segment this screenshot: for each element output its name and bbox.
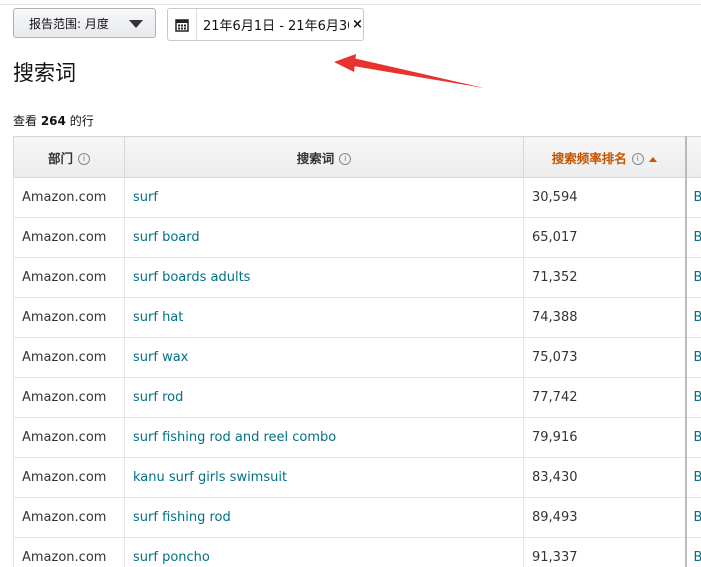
search-term-link[interactable]: surf rod xyxy=(124,377,524,418)
table-row: Amazon.comsurf fishing rod89,493B xyxy=(13,497,701,538)
table-row: Amazon.com kanu surf girls swimsuit 83,430… xyxy=(13,457,701,498)
table-row: Amazon.com surf fishing rod and reel comb… xyxy=(13,417,701,458)
table-header-row: 部门 i 搜索词 i 搜索频率排名 i xyxy=(13,136,701,178)
table-row: Amazon.comsurf board65,017B xyxy=(13,217,701,258)
search-frequency-rank-cell: 30,594 xyxy=(523,177,686,218)
next-column-cell[interactable]: B xyxy=(684,257,701,298)
search-term-link[interactable]: surf wax xyxy=(124,337,524,378)
next-column-cell[interactable]: B xyxy=(684,297,701,338)
table-row: Amazon.comsurf hat74,388B xyxy=(13,297,701,338)
department-cell: Amazon.com xyxy=(13,377,125,418)
column-header-search-frequency-rank-label: 搜索频率排名 xyxy=(551,150,627,166)
search-term-link[interactable]: surf boards adults xyxy=(124,257,524,298)
row-count-text: 查看 264 的行 xyxy=(13,112,94,129)
red-arrow-annotation xyxy=(334,54,484,88)
search-frequency-rank-cell: 65,017 xyxy=(523,217,686,258)
search-frequency-rank-cell: 75,073 xyxy=(523,337,686,378)
department-cell: Amazon.com xyxy=(13,217,125,258)
row-count-number: 264 xyxy=(40,114,66,128)
table-row: Amazon.comsurf30,594B xyxy=(13,177,701,218)
department-cell: Amazon.com xyxy=(13,457,125,498)
next-column-cell[interactable]: B xyxy=(684,217,701,258)
search-frequency-rank-cell: 77,742 xyxy=(523,377,686,418)
department-cell: Amazon.com xyxy=(13,177,125,218)
search-term-link[interactable]: surf board xyxy=(124,217,524,258)
search-term-link[interactable]: surf fishing rod and reel combo xyxy=(124,417,524,458)
next-column-cell[interactable]: B xyxy=(684,497,701,538)
search-frequency-rank-cell: 83,430 xyxy=(523,457,686,498)
department-cell: Amazon.com xyxy=(13,417,125,458)
search-frequency-rank-cell: 74,388 xyxy=(523,297,686,338)
table-row: Amazon.comsurf poncho91,337B xyxy=(13,537,701,567)
department-cell: Amazon.com xyxy=(13,257,125,298)
search-term-link[interactable]: kanu surf girls swimsuit xyxy=(124,457,524,498)
department-cell: Amazon.com xyxy=(13,497,125,538)
info-icon[interactable]: i xyxy=(631,153,644,165)
search-frequency-rank-cell: 91,337 xyxy=(523,537,686,567)
next-column-cell[interactable]: B xyxy=(684,417,701,458)
search-frequency-rank-cell: 89,493 xyxy=(523,497,686,538)
next-column-cell[interactable]: B xyxy=(684,537,701,567)
info-icon[interactable]: i xyxy=(78,153,90,165)
search-frequency-rank-cell: 71,352 xyxy=(523,257,686,298)
search-terms-page: 报告范围: 月度 21年6月1日 - 21年6月30日 × 搜索词 查看 264… xyxy=(0,0,701,567)
department-cell: Amazon.com xyxy=(13,337,125,378)
search-term-link[interactable]: surf poncho xyxy=(124,537,524,567)
search-terms-table: 部门i 搜索词i 搜索频率排名i Amazon.comsurf30,594BAm… xyxy=(13,136,701,567)
column-header-search-frequency-rank[interactable]: 搜索频率排名 i xyxy=(523,136,686,178)
next-column-cell[interactable]: B xyxy=(684,337,701,378)
column-header-department-label: 部门 xyxy=(47,150,73,166)
column-header-next[interactable] xyxy=(684,136,701,178)
department-cell: Amazon.com xyxy=(13,537,125,567)
table-row: Amazon.comsurf wax75,073B xyxy=(13,337,701,378)
sort-ascending-icon[interactable] xyxy=(648,156,657,162)
table-row: Amazon.comsurf rod77,742B xyxy=(13,377,701,418)
search-term-link[interactable]: surf xyxy=(124,177,524,218)
search-frequency-rank-cell: 79,916 xyxy=(523,417,686,458)
table-row: Amazon.comsurf boards adults71,352B xyxy=(13,257,701,298)
row-count-suffix: 的行 xyxy=(65,114,94,128)
info-icon[interactable]: i xyxy=(339,153,352,165)
row-count-prefix: 查看 xyxy=(13,114,41,128)
search-term-link[interactable]: surf hat xyxy=(124,297,524,338)
search-term-link[interactable]: surf fishing rod xyxy=(124,497,524,538)
next-column-cell[interactable]: B xyxy=(684,457,701,498)
column-header-search-term-label: 搜索词 xyxy=(296,150,335,166)
next-column-cell[interactable]: B xyxy=(684,377,701,418)
department-cell: Amazon.com xyxy=(13,297,125,338)
column-header-search-term[interactable]: 搜索词 i xyxy=(124,136,524,178)
column-header-department[interactable]: 部门 i xyxy=(13,136,125,178)
next-column-cell[interactable]: B xyxy=(684,177,701,218)
